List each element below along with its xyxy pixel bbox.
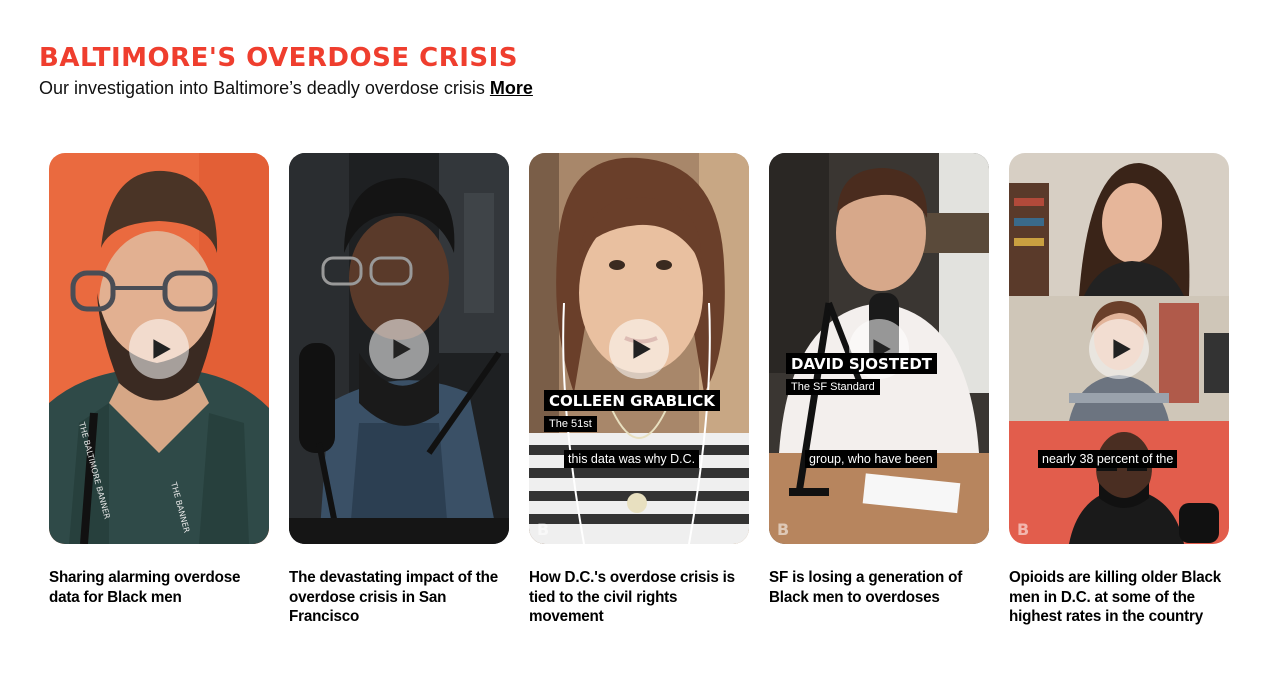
banner-logo-icon: B: [537, 520, 550, 539]
video-card[interactable]: THE BALTIMORE BANNER THE BANNER Sharing …: [49, 153, 269, 627]
video-card[interactable]: DAVID SJOSTEDT The SF Standard group, wh…: [769, 153, 989, 627]
speaker-name-tag: DAVID SJOSTEDT: [786, 353, 938, 374]
section-description: Our investigation into Baltimore’s deadl…: [39, 78, 533, 99]
video-title[interactable]: Opioids are killing older Black men in D…: [1009, 568, 1228, 627]
video-thumbnail[interactable]: THE BALTIMORE BANNER THE BANNER: [49, 153, 269, 544]
video-carousel: THE BALTIMORE BANNER THE BANNER Sharing …: [49, 153, 1229, 627]
speaker-org-tag: The SF Standard: [786, 379, 880, 395]
video-thumbnail[interactable]: COLLEEN GRABLICK The 51st this data was …: [529, 153, 749, 544]
video-title[interactable]: How D.C.'s overdose crisis is tied to th…: [529, 568, 748, 627]
section-title: BALTIMORE'S OVERDOSE CRISIS: [39, 43, 519, 73]
play-button[interactable]: [129, 319, 189, 379]
play-button[interactable]: [609, 319, 669, 379]
banner-logo-icon: B: [777, 520, 790, 539]
video-thumbnail[interactable]: DAVID SJOSTEDT The SF Standard group, wh…: [769, 153, 989, 544]
video-card[interactable]: nearly 38 percent of the B Opioids are k…: [1009, 153, 1229, 627]
play-icon: [1113, 339, 1131, 359]
video-title[interactable]: Sharing alarming overdose data for Black…: [49, 568, 268, 607]
play-icon: [633, 339, 651, 359]
banner-logo-icon: B: [1017, 520, 1030, 539]
video-title[interactable]: SF is losing a generation of Black men t…: [769, 568, 988, 607]
speaker-name-tag: COLLEEN GRABLICK: [544, 390, 720, 411]
speaker-org-tag: The 51st: [544, 416, 597, 432]
section-description-text: Our investigation into Baltimore’s deadl…: [39, 78, 490, 98]
video-caption: this data was why D.C.: [564, 450, 700, 468]
video-title[interactable]: The devastating impact of the overdose c…: [289, 568, 508, 627]
play-button[interactable]: [369, 319, 429, 379]
video-caption: group, who have been: [805, 450, 937, 468]
video-card[interactable]: The devastating impact of the overdose c…: [289, 153, 509, 627]
video-thumbnail[interactable]: [289, 153, 509, 544]
video-caption: nearly 38 percent of the: [1038, 450, 1178, 468]
video-card[interactable]: COLLEEN GRABLICK The 51st this data was …: [529, 153, 749, 627]
play-icon: [393, 339, 411, 359]
play-button[interactable]: [1089, 319, 1149, 379]
play-icon: [153, 339, 171, 359]
more-link[interactable]: More: [490, 78, 533, 98]
video-thumbnail[interactable]: nearly 38 percent of the B: [1009, 153, 1229, 544]
